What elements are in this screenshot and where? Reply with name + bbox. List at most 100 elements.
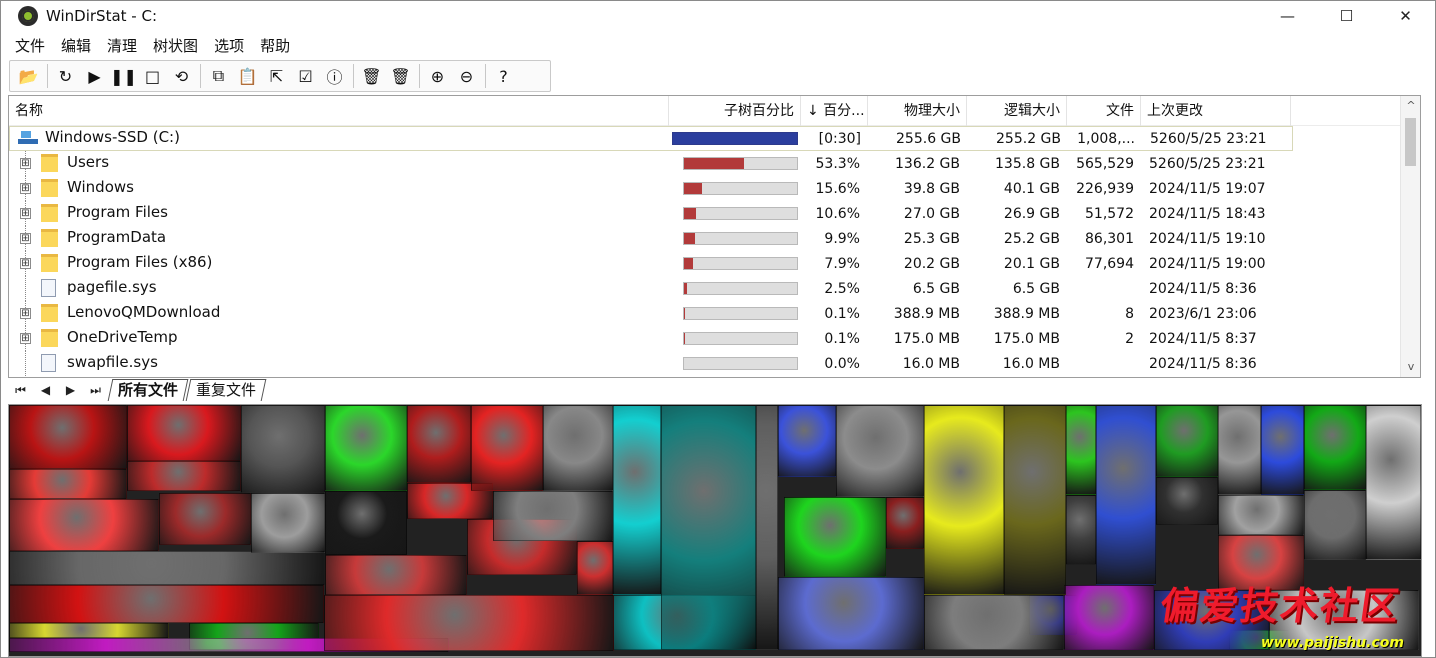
treemap-block[interactable]: [1096, 405, 1156, 585]
treemap-block[interactable]: [784, 497, 886, 577]
treemap-block[interactable]: [924, 405, 1004, 595]
treemap-block[interactable]: [1218, 405, 1261, 495]
treemap-block[interactable]: [9, 623, 169, 638]
expand-icon[interactable]: ⊞: [20, 233, 31, 244]
open-icon[interactable]: 📂: [16, 64, 41, 88]
treemap-block[interactable]: [1156, 405, 1218, 477]
menu-item-3[interactable]: 树状图: [153, 35, 198, 57]
column-physical-size[interactable]: 物理大小: [868, 96, 967, 126]
treemap-block[interactable]: [324, 595, 614, 651]
last-tab-icon[interactable]: ⏭: [83, 380, 108, 400]
stop-icon[interactable]: □: [140, 64, 165, 88]
paste-icon[interactable]: 📋: [235, 64, 260, 88]
column-percent[interactable]: ↓ 百分...: [801, 96, 868, 126]
tree-row[interactable]: ⊞ Windows 15.6% 39.8 GB 40.1 GB 226,939 2024/1…: [9, 176, 1401, 201]
treemap-block[interactable]: [778, 405, 836, 477]
treemap-block[interactable]: [9, 499, 159, 551]
treemap-block[interactable]: [1004, 405, 1066, 595]
treemap-block[interactable]: [325, 555, 467, 595]
treemap-block[interactable]: [9, 585, 324, 623]
treemap-block[interactable]: [1064, 585, 1154, 650]
disk-usage-treemap[interactable]: 偏爱技术社区 www.paijishu.com: [8, 404, 1422, 657]
treemap-block[interactable]: [836, 405, 924, 497]
column-logical-size[interactable]: 逻辑大小: [967, 96, 1067, 126]
treemap-block[interactable]: [325, 405, 407, 491]
treemap-block[interactable]: [251, 493, 325, 553]
column-last-modified[interactable]: 上次更改: [1141, 96, 1291, 126]
treemap-block[interactable]: [159, 493, 251, 545]
treemap-block[interactable]: [1156, 477, 1218, 525]
treemap-block[interactable]: [756, 405, 778, 650]
previous-tab-icon[interactable]: ◀: [33, 380, 58, 400]
treemap-block[interactable]: [241, 405, 325, 493]
treemap-block[interactable]: [1304, 490, 1366, 560]
treemap-block[interactable]: [9, 551, 325, 585]
tree-row[interactable]: ⊞ Program Files (x86) 7.9% 20.2 GB 20.1 GB 77…: [9, 251, 1401, 276]
treemap-block[interactable]: [886, 497, 924, 549]
treemap-block[interactable]: [1066, 495, 1096, 565]
delete-icon[interactable]: 🗑: [388, 64, 413, 88]
info-icon[interactable]: ⓘ: [322, 64, 347, 88]
first-tab-icon[interactable]: ⏮: [8, 380, 33, 400]
properties-icon[interactable]: ☑: [293, 64, 318, 88]
directory-tree-list[interactable]: 名称 子树百分比 ↓ 百分... 物理大小 逻辑大小 文件 上次更改 Windo…: [8, 95, 1421, 378]
tree-row[interactable]: ⊞ OneDriveTemp 0.1% 175.0 MB 175.0 MB 2 2024/1…: [9, 326, 1401, 351]
zoom-in-icon[interactable]: ⊕: [425, 64, 450, 88]
root-drive-row[interactable]: Windows-SSD (C:) [0:30] 255.6 GB 255.2 GB 1,…: [9, 126, 1293, 151]
treemap-block[interactable]: [1066, 405, 1096, 495]
treemap-block[interactable]: [543, 405, 613, 491]
recycle-icon[interactable]: 🗑: [359, 64, 384, 88]
treemap-block[interactable]: [9, 405, 127, 469]
menu-item-5[interactable]: 帮助: [260, 35, 290, 57]
treemap-block[interactable]: [127, 461, 241, 491]
treemap-block[interactable]: [471, 405, 543, 491]
expand-icon[interactable]: ⊞: [20, 158, 31, 169]
tree-row[interactable]: ⊞ LenovoQMDownload 0.1% 388.9 MB 388.9 MB 8 20…: [9, 301, 1401, 326]
scroll-down-icon[interactable]: v: [1401, 357, 1421, 377]
expand-icon[interactable]: ⊞: [20, 308, 31, 319]
scroll-thumb[interactable]: [1405, 118, 1416, 166]
tree-row[interactable]: swapfile.sys 0.0% 16.0 MB 16.0 MB 2024/11/5 …: [9, 351, 1401, 376]
expand-icon[interactable]: ⊞: [20, 333, 31, 344]
menu-item-1[interactable]: 编辑: [61, 35, 91, 57]
expand-icon[interactable]: ⊞: [20, 208, 31, 219]
close-button[interactable]: ✕: [1376, 1, 1435, 31]
help-icon[interactable]: ?: [491, 64, 516, 88]
refresh-selected-icon[interactable]: ⟲: [169, 64, 194, 88]
treemap-block[interactable]: [778, 577, 924, 650]
tab-duplicate-files[interactable]: 重复文件: [185, 379, 267, 401]
minimize-button[interactable]: —: [1258, 1, 1317, 31]
menu-item-4[interactable]: 选项: [214, 35, 244, 57]
tab-all-files[interactable]: 所有文件: [107, 379, 189, 401]
menu-item-2[interactable]: 清理: [107, 35, 137, 57]
column-files[interactable]: 文件: [1067, 96, 1141, 126]
menu-item-0[interactable]: 文件: [15, 35, 45, 57]
refresh-icon[interactable]: ↻: [53, 64, 78, 88]
treemap-block[interactable]: [577, 541, 613, 595]
zoom-out-icon[interactable]: ⊖: [454, 64, 479, 88]
treemap-block[interactable]: [9, 469, 127, 499]
treemap-block[interactable]: [661, 405, 756, 650]
treemap-block[interactable]: [1366, 405, 1421, 560]
tree-row[interactable]: ⊞ Users 53.3% 136.2 GB 135.8 GB 565,529 5260/5…: [9, 151, 1401, 176]
tree-row[interactable]: pagefile.sys 2.5% 6.5 GB 6.5 GB 2024/11/5 8:…: [9, 276, 1401, 301]
play-icon[interactable]: ▶: [82, 64, 107, 88]
treemap-block[interactable]: [493, 491, 613, 541]
scroll-up-icon[interactable]: ^: [1401, 96, 1421, 116]
treemap-block[interactable]: [407, 405, 471, 483]
treemap-block[interactable]: [613, 405, 661, 595]
next-tab-icon[interactable]: ▶: [58, 380, 83, 400]
copy-icon[interactable]: ⧉: [206, 64, 231, 88]
tree-row[interactable]: ⊞ Program Files 10.6% 27.0 GB 26.9 GB 51,572 2…: [9, 201, 1401, 226]
treemap-block[interactable]: [1304, 405, 1366, 490]
treemap-block[interactable]: [1261, 405, 1304, 495]
treemap-block[interactable]: [1218, 495, 1304, 535]
treemap-block[interactable]: [325, 491, 407, 555]
vertical-scrollbar[interactable]: ^ v: [1400, 96, 1420, 377]
treemap-block[interactable]: [127, 405, 241, 461]
column-subtree-percent[interactable]: 子树百分比: [669, 96, 801, 126]
treemap-block[interactable]: [924, 595, 1064, 650]
expand-icon[interactable]: ⊞: [20, 183, 31, 194]
tree-row[interactable]: ⊞ ProgramData 9.9% 25.3 GB 25.2 GB 86,301 2024…: [9, 226, 1401, 251]
column-name[interactable]: 名称: [9, 96, 669, 126]
